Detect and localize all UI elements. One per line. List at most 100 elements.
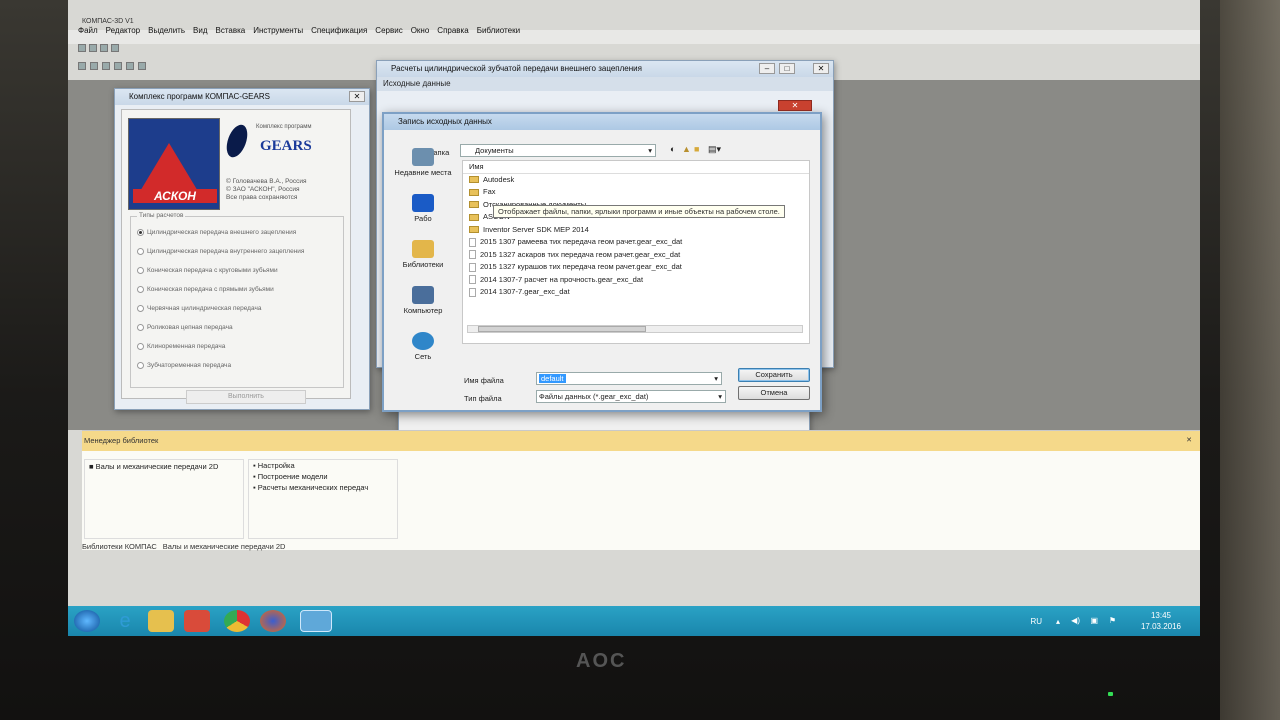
place-desktop[interactable]: Рабо	[388, 194, 458, 236]
save-dialog-titlebar[interactable]: Запись исходных данных ✕	[384, 100, 820, 130]
file-row[interactable]: 2014 1307-7 расчет на прочность.gear_exc…	[463, 274, 809, 287]
view-menu-icon[interactable]: ▤▾	[708, 144, 721, 155]
radio-icon[interactable]	[137, 267, 144, 274]
ie-icon[interactable]: e	[112, 610, 138, 632]
file-row[interactable]: 2015 1307 рамеева тих передача геом раче…	[463, 236, 809, 249]
filename-input[interactable]: default ▾	[536, 372, 722, 385]
radio-selected-icon[interactable]	[137, 229, 144, 236]
radio-icon[interactable]	[137, 305, 144, 312]
new-folder-icon[interactable]: ■	[694, 144, 699, 154]
recent-places-icon	[412, 148, 434, 166]
place-libraries[interactable]: Библиотеки	[388, 240, 458, 282]
kompas-taskbar-icon[interactable]	[300, 610, 332, 632]
place-computer[interactable]: Компьютер	[388, 286, 458, 328]
calc-close-button[interactable]: ✕	[813, 63, 829, 74]
save-button[interactable]: Сохранить	[738, 368, 810, 382]
paste-icon[interactable]	[102, 62, 110, 70]
chevron-down-icon[interactable]: ▾	[648, 145, 652, 156]
calc-option[interactable]: Коническая передача с круговыми зубьями	[131, 261, 343, 280]
gears-window-titlebar[interactable]: Комплекс программ КОМПАС-GEARS ✕	[115, 89, 369, 105]
radio-icon[interactable]	[137, 286, 144, 293]
radio-icon[interactable]	[137, 343, 144, 350]
horizontal-scrollbar[interactable]	[467, 325, 803, 333]
folder-select[interactable]: Документы ▾	[460, 144, 656, 157]
start-button[interactable]	[74, 610, 100, 632]
copy-icon[interactable]	[90, 62, 98, 70]
save-dialog-close-button[interactable]: ✕	[778, 100, 812, 111]
edit-toolbar	[78, 62, 338, 76]
explorer-icon[interactable]	[148, 610, 174, 632]
calc-option[interactable]: Цилиндрическая передача внутреннего заце…	[131, 242, 343, 261]
menu-help[interactable]: Справка	[437, 26, 468, 40]
calc-window-titlebar[interactable]: Расчеты цилиндрической зубчатой передачи…	[377, 61, 833, 77]
up-folder-icon[interactable]: ▲	[682, 144, 691, 154]
firefox-icon[interactable]	[260, 610, 286, 632]
scrollbar-thumb[interactable]	[478, 326, 646, 332]
language-indicator[interactable]: RU	[1030, 616, 1042, 627]
cut-icon[interactable]	[78, 62, 86, 70]
save-icon[interactable]	[100, 44, 108, 52]
chevron-down-icon[interactable]: ▾	[718, 391, 722, 402]
file-row[interactable]: 2015 1327 аскаров тих передача геом раче…	[463, 249, 809, 262]
help-icon[interactable]	[138, 62, 146, 70]
menu-window[interactable]: Окно	[411, 26, 430, 40]
menu-insert[interactable]: Вставка	[216, 26, 246, 40]
file-row[interactable]: 2014 1307-7.gear_exc_dat	[463, 286, 809, 299]
calc-option[interactable]: Роликовая цепная передача	[131, 318, 343, 337]
calc-option[interactable]: Клиноременная передача	[131, 337, 343, 356]
tab-kompas-libraries[interactable]: Библиотеки КОМПАС	[82, 540, 157, 554]
calc-option[interactable]: Коническая передача с прямыми зубьями	[131, 280, 343, 299]
radio-icon[interactable]	[137, 324, 144, 331]
back-icon[interactable]: ◐	[670, 144, 675, 154]
network-tray-icon[interactable]: ▣	[1090, 615, 1098, 626]
content-item[interactable]: ▪ Построение модели	[249, 471, 397, 482]
content-item[interactable]: ▪ Настройка	[249, 460, 397, 471]
content-item[interactable]: ▪ Расчеты механических передач	[249, 482, 397, 493]
flag-icon[interactable]: ⚑	[1109, 615, 1116, 626]
chevron-down-icon[interactable]: ▾	[714, 373, 718, 384]
menu-editor[interactable]: Редактор	[106, 26, 140, 40]
redo-icon[interactable]	[126, 62, 134, 70]
menu-select[interactable]: Выделить	[148, 26, 185, 40]
media-player-icon[interactable]	[184, 610, 210, 632]
file-row[interactable]: 2015 1327 курашов тих передача геом раче…	[463, 261, 809, 274]
filetype-select[interactable]: Файлы данных (*.gear_exc_dat) ▾	[536, 390, 726, 403]
gears-logo: Комплекс программ GEARS	[222, 118, 346, 174]
menu-view[interactable]: Вид	[193, 26, 207, 40]
print-icon[interactable]	[111, 44, 119, 52]
folder-row[interactable]: Inventor Server SDK MEP 2014	[463, 224, 809, 237]
menu-spec[interactable]: Спецификация	[311, 26, 367, 40]
folder-row[interactable]: Fax	[463, 186, 809, 199]
menu-libraries[interactable]: Библиотеки	[477, 26, 520, 40]
column-header-name[interactable]: Имя	[463, 161, 809, 174]
chrome-icon[interactable]	[224, 610, 250, 632]
volume-icon[interactable]: ◀)	[1071, 615, 1080, 626]
calc-option[interactable]: Цилиндрическая передача внешнего зацепле…	[131, 223, 343, 242]
folder-row[interactable]: Autodesk	[463, 174, 809, 187]
radio-icon[interactable]	[137, 362, 144, 369]
file-icon	[469, 275, 476, 285]
open-icon[interactable]	[89, 44, 97, 52]
place-recent[interactable]: Недавние места	[388, 148, 458, 190]
close-icon[interactable]: ✕	[1186, 431, 1192, 451]
execute-button[interactable]: Выполнить	[186, 390, 306, 404]
calc-option[interactable]: Зубчатоременная передача	[131, 356, 343, 375]
tree-item[interactable]: ■ Валы и механические передачи 2D	[85, 460, 243, 473]
tab-shafts-gears[interactable]: Валы и механические передачи 2D	[163, 540, 286, 554]
undo-icon[interactable]	[114, 62, 122, 70]
gears-close-button[interactable]: ✕	[349, 91, 365, 102]
new-icon[interactable]	[78, 44, 86, 52]
cancel-button[interactable]: Отмена	[738, 386, 810, 400]
menu-file[interactable]: Файл	[78, 26, 98, 40]
calc-maximize-button[interactable]: □	[779, 63, 795, 74]
calc-minimize-button[interactable]: –	[759, 63, 775, 74]
calc-option[interactable]: Червячная цилиндрическая передача	[131, 299, 343, 318]
place-network[interactable]: Сеть	[388, 332, 458, 374]
library-manager-header: Менеджер библиотек ✕	[82, 431, 1200, 451]
filename-label: Имя файла	[464, 376, 504, 385]
tray-arrow-icon[interactable]: ▴	[1056, 616, 1060, 627]
menu-service[interactable]: Сервис	[375, 26, 402, 40]
menu-tools[interactable]: Инструменты	[253, 26, 303, 40]
clock[interactable]: 13:45 17.03.2016	[1130, 610, 1192, 632]
radio-icon[interactable]	[137, 248, 144, 255]
